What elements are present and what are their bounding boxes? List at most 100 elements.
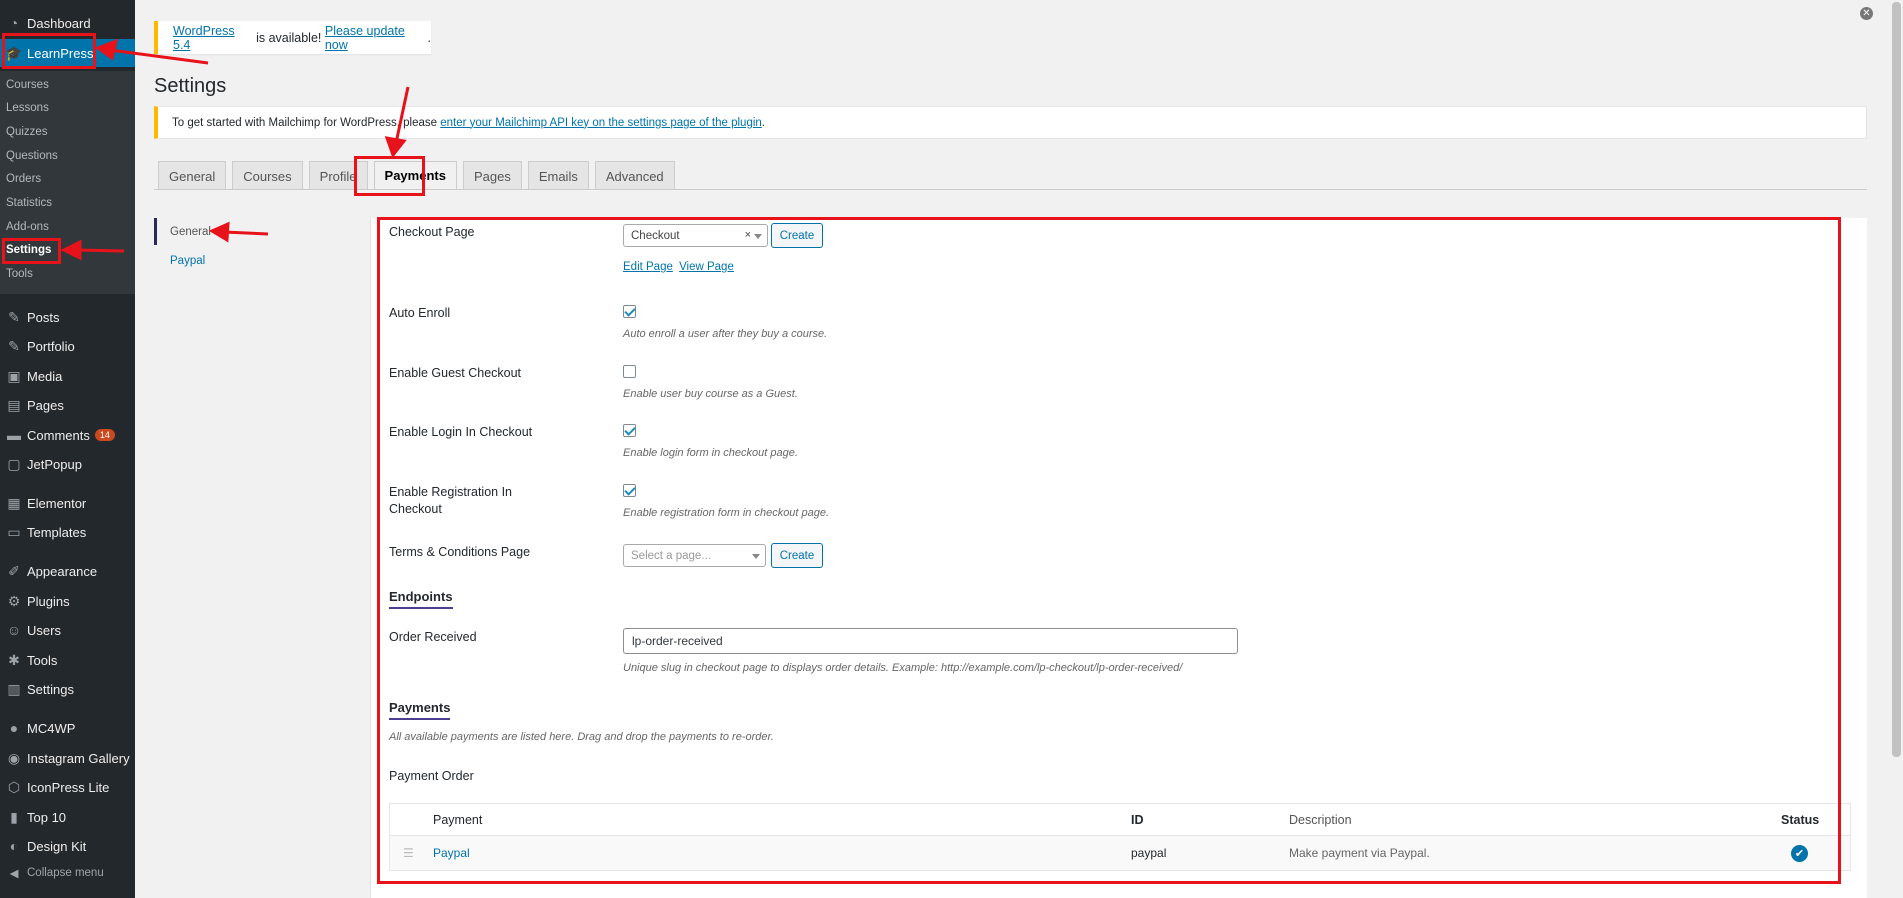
auto-enroll-description: Auto enroll a user after they buy a cour…	[623, 328, 828, 340]
sidebar-item-portfolio[interactable]: ✎ Portfolio	[0, 332, 135, 360]
sidebar-item-label: IconPress Lite	[27, 779, 110, 795]
sidebar-item-jetpopup[interactable]: ▢ JetPopup	[0, 450, 135, 478]
elementor-icon: ▦	[7, 494, 21, 511]
tab-pages[interactable]: Pages	[462, 161, 522, 190]
login-checkout-checkbox[interactable]	[623, 424, 636, 437]
submenu-item-tools[interactable]: Tools	[6, 268, 33, 280]
sidebar-item-label: Settings	[27, 681, 74, 697]
checkout-page-value: Checkout	[631, 229, 680, 242]
sidebar-item-label: Tools	[27, 652, 58, 668]
sidebar-item-label: Media	[27, 368, 63, 384]
create-checkout-page-button[interactable]: Create	[771, 223, 823, 248]
payments-subnav: General Paypal	[154, 218, 370, 898]
sidebar-item-dashboard[interactable]: ◔ Dashboard	[0, 9, 135, 37]
status-enabled-icon[interactable]: ✔	[1791, 844, 1808, 862]
mailchimp-notice-end: .	[761, 116, 765, 129]
guest-checkout-checkbox[interactable]	[623, 365, 636, 378]
subnav-item-paypal[interactable]: Paypal	[154, 247, 370, 274]
tab-payments[interactable]: Payments	[373, 161, 457, 190]
terms-page-label: Terms & Conditions Page	[389, 545, 531, 559]
tab-advanced[interactable]: Advanced	[594, 161, 675, 190]
registration-checkout-description: Enable registration form in checkout pag…	[623, 507, 830, 519]
collapse-menu-button[interactable]: ◀ Collapse menu	[0, 866, 104, 880]
view-page-link[interactable]: View Page	[679, 261, 734, 273]
checkout-page-links: Edit Page View Page	[623, 261, 734, 273]
sidebar-item-pages[interactable]: ▤ Pages	[0, 391, 135, 419]
tab-profile[interactable]: Profile	[308, 161, 368, 190]
sidebar-item-label: Design Kit	[27, 838, 87, 854]
sidebar-item-elementor[interactable]: ▦ Elementor	[0, 489, 135, 517]
submenu-item-statistics[interactable]: Statistics	[6, 197, 52, 209]
submenu-item-settings[interactable]: Settings	[6, 244, 51, 256]
settings-icon: ▥	[7, 680, 21, 697]
tab-emails[interactable]: Emails	[527, 161, 589, 190]
edit-page-link[interactable]: Edit Page	[623, 261, 673, 273]
sidebar-item-label: Comments	[27, 427, 90, 443]
submenu-item-addons[interactable]: Add-ons	[6, 221, 49, 233]
sidebar-item-label: Instagram Gallery	[27, 750, 130, 766]
sidebar-item-settings[interactable]: ▥ Settings	[0, 675, 135, 703]
sidebar-item-mc4wp[interactable]: ● MC4WP	[0, 714, 135, 742]
submenu-item-lessons[interactable]: Lessons	[6, 102, 49, 114]
scrollbar-thumb[interactable]	[1892, 2, 1901, 757]
chart-icon: ▮	[10, 808, 18, 825]
instagram-icon: ◉	[7, 749, 21, 766]
payment-name-link[interactable]: Paypal	[433, 846, 470, 860]
payments-section-title: Payments	[389, 700, 451, 720]
table-row: ☰ Paypal paypal Make payment via Paypal.…	[390, 836, 1850, 870]
sidebar-item-iconpress-lite[interactable]: ⬡ IconPress Lite	[0, 773, 135, 801]
order-received-input[interactable]: lp-order-received	[623, 628, 1238, 654]
sidebar-item-label: Templates	[27, 524, 87, 540]
page-title: Settings	[154, 75, 227, 97]
page-scrollbar[interactable]	[1889, 0, 1903, 898]
terms-page-select[interactable]: Select a page...	[623, 544, 766, 567]
tab-general[interactable]: General	[158, 161, 227, 190]
submenu-item-orders[interactable]: Orders	[6, 173, 41, 185]
sidebar-item-label: Elementor	[27, 495, 87, 511]
sidebar-item-media[interactable]: ▣ Media	[0, 362, 135, 390]
sidebar-item-label: Top 10	[27, 809, 67, 825]
learnpress-submenu: Courses Lessons Quizzes Questions Orders…	[0, 71, 135, 294]
submenu-item-courses[interactable]: Courses	[6, 79, 49, 91]
settings-panel	[370, 218, 1867, 898]
order-received-description: Unique slug in checkout page to displays…	[623, 662, 1183, 674]
update-now-link[interactable]: Please update now	[325, 24, 428, 52]
auto-enroll-checkbox[interactable]	[623, 305, 636, 318]
sidebar-item-label: Posts	[27, 309, 60, 325]
comments-count-badge: 14	[94, 429, 115, 441]
tabs-divider	[154, 189, 1867, 190]
sidebar-item-label: Pages	[27, 397, 64, 413]
checkout-page-label: Checkout Page	[389, 225, 475, 239]
sidebar-item-learnpress[interactable]: 🎓 LearnPress	[0, 39, 135, 67]
mailchimp-settings-link[interactable]: enter your Mailchimp API key on the sett…	[440, 117, 762, 129]
pin-icon: ✎	[8, 308, 20, 325]
registration-checkout-checkbox[interactable]	[623, 484, 636, 497]
sidebar-item-appearance[interactable]: ✐ Appearance	[0, 557, 135, 585]
terms-page-placeholder: Select a page...	[631, 549, 711, 562]
sidebar-item-comments[interactable]: ▬ Comments 14	[0, 421, 135, 449]
close-icon[interactable]: ✕	[1860, 7, 1873, 20]
sidebar-item-posts[interactable]: ✎ Posts	[0, 303, 135, 331]
guest-checkout-label: Enable Guest Checkout	[389, 366, 522, 380]
checkout-page-select[interactable]: Checkout ×	[623, 224, 768, 247]
wordpress-version-link[interactable]: WordPress 5.4	[173, 24, 253, 52]
sidebar-item-instagram-gallery[interactable]: ◉ Instagram Gallery	[0, 744, 135, 772]
submenu-item-questions[interactable]: Questions	[6, 150, 58, 162]
sidebar-item-design-kit[interactable]: ◐ Design Kit	[0, 832, 135, 860]
drag-handle-icon[interactable]: ☰	[403, 836, 414, 870]
collapse-menu-label: Collapse menu	[27, 867, 104, 879]
create-terms-page-button[interactable]: Create	[771, 543, 823, 568]
subnav-item-general[interactable]: General	[154, 218, 370, 245]
sidebar-item-label: MC4WP	[27, 720, 76, 736]
sidebar-item-templates[interactable]: ▭ Templates	[0, 518, 135, 546]
submenu-item-quizzes[interactable]: Quizzes	[6, 126, 48, 138]
sidebar-item-top-10[interactable]: ▮ Top 10	[0, 803, 135, 831]
tab-courses[interactable]: Courses	[232, 161, 303, 190]
clear-selection-icon[interactable]: ×	[745, 229, 751, 241]
sidebar-item-users[interactable]: ☺ Users	[0, 616, 135, 644]
sidebar-item-tools[interactable]: ✱ Tools	[0, 646, 135, 674]
chevron-down-icon	[754, 234, 762, 239]
column-header-payment: Payment	[433, 812, 483, 827]
plugin-icon: ⚙	[7, 592, 21, 609]
sidebar-item-plugins[interactable]: ⚙ Plugins	[0, 587, 135, 615]
